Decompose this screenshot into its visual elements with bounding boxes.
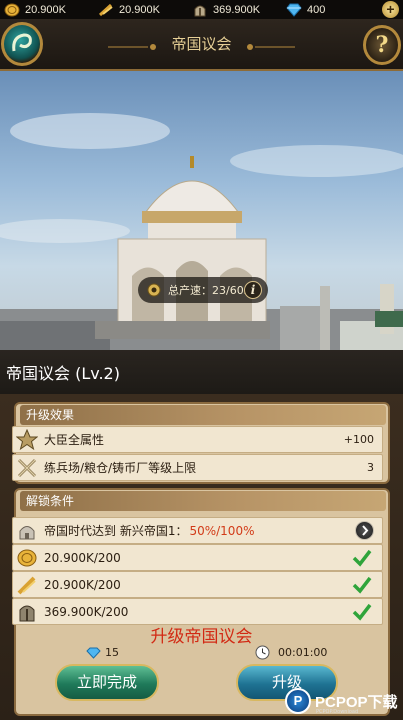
upgrade-duration: 00:01:00 [255,645,327,660]
effect-value: +100 [343,433,374,446]
upgrade-title: 升级帝国议会 [150,627,253,647]
cost-label: 20.900K/200 [44,577,121,592]
info-button[interactable]: i [244,281,262,299]
diamond-cost-value: 15 [105,646,119,659]
resource-diamond: 400 [286,0,325,19]
cost-condition-row: 369.900K/200 [12,598,383,625]
cost-label: 20.900K/200 [44,550,121,565]
add-resource-button[interactable]: + [382,1,399,18]
soldier-helmet-icon [194,5,206,16]
crossed-swords-icon [17,458,37,477]
page-title: 帝国议会 [171,35,232,53]
clock-icon [255,645,270,660]
header-bar: 帝国议会 [0,19,403,71]
building-name-level: 帝国议会 (Lv.2) [6,364,120,383]
palace-building-illustration [0,113,403,350]
building-scene [0,71,403,350]
resource-coin: 20.900K [4,0,66,19]
back-button[interactable] [1,22,43,66]
diamond-amount: 400 [307,3,326,16]
coin-icon [17,549,37,566]
coin-amount: 20.900K [25,3,66,16]
go-to-era-button[interactable] [355,521,374,540]
gear-icon [147,283,161,297]
back-swirl-icon [12,33,32,52]
resource-soldiers: 369.900K [192,0,260,19]
effect-label: 大臣全属性 [44,433,105,447]
soldier-amount: 369.900K [213,3,261,16]
effect-value: 3 [367,461,374,474]
grain-amount: 20.900K [119,3,160,16]
grain-icon [17,576,36,594]
effect-row: 练兵场/粮仓/铸币厂等级上限 3 [12,454,383,481]
era-condition-row[interactable]: 帝国时代达到 新兴帝国1： 50%/100% [12,517,383,544]
production-rate-badge: 总产速：23/60s i [138,277,268,303]
effect-row: 大臣全属性 +100 [12,426,383,453]
watermark-subtext: PCPOP.Download [316,709,359,715]
era-progress: 50%/100% [189,523,255,538]
help-button[interactable]: ? [363,25,401,65]
finish-now-button[interactable]: 立即完成 [55,664,159,701]
production-rate-text: 总产速：23/60s [168,284,250,297]
watermark: P PCPOP下载 PCPOP.Download [285,685,398,717]
diamond-icon [86,647,101,659]
effect-label: 练兵场/粮仓/铸币厂等级上限 [44,461,197,475]
duration-value: 00:01:00 [278,646,328,659]
era-condition-label: 帝国时代达到 新兴帝国1： [44,524,188,538]
cost-label: 369.900K/200 [44,604,129,619]
upgrade-effects-title: 升级效果 [20,405,386,425]
palace-icon [19,525,35,539]
checkmark-icon [352,549,372,567]
resource-bar: 20.900K 20.900K 369.900K 400 + [0,0,403,19]
building-level-bar: 帝国议会 (Lv.2) [0,350,403,394]
checkmark-icon [352,603,372,621]
checkmark-icon [352,576,372,594]
star-icon [16,428,38,450]
watermark-logo: P [285,688,311,714]
coin-icon [4,3,20,16]
grain-icon [98,3,113,16]
cost-condition-row: 20.900K/200 [12,544,383,571]
resource-grain: 20.900K [98,0,160,19]
diamond-cost: 15 [86,646,119,659]
title-ornament-right [247,44,295,50]
soldier-helmet-icon [19,605,35,621]
diamond-icon [286,3,302,17]
unlock-conditions-title: 解锁条件 [20,491,386,511]
chevron-right-icon [362,525,369,536]
cost-condition-row: 20.900K/200 [12,571,383,598]
